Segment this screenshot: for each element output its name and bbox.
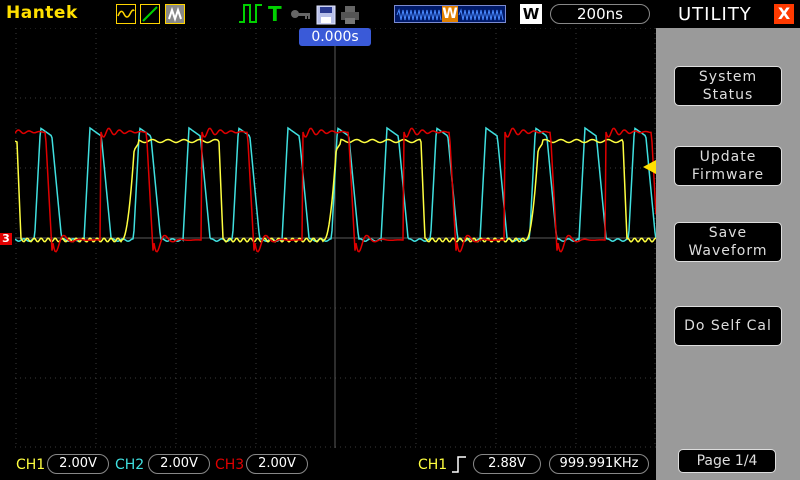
menu-title: UTILITY	[678, 4, 752, 25]
ch3-scale[interactable]: 2.00V	[246, 454, 308, 474]
trigger-level-marker[interactable]	[643, 160, 656, 174]
system-status-button[interactable]: System Status	[674, 66, 782, 106]
acquisition-mode-badge[interactable]: W	[520, 4, 542, 24]
waveform-graticule	[15, 28, 656, 448]
display-mode-persist-icon[interactable]	[165, 4, 185, 24]
ch3-level-marker[interactable]: 3	[0, 233, 12, 245]
usb-save-icon	[316, 5, 336, 29]
trigger-level-readout[interactable]: 2.88V	[473, 454, 541, 474]
menu-title-bar: UTILITY X	[656, 0, 800, 28]
ch1-label[interactable]: CH1	[16, 457, 45, 473]
display-mode-vectors-icon[interactable]	[116, 4, 136, 24]
ch2-scale[interactable]: 2.00V	[148, 454, 210, 474]
trigger-status-icon: T	[268, 2, 282, 26]
page-indicator-button[interactable]: Page 1/4	[678, 449, 776, 473]
ch3-label[interactable]: CH3	[215, 457, 244, 473]
close-menu-button[interactable]: X	[774, 4, 794, 24]
display-mode-xy-icon[interactable]	[140, 4, 160, 24]
trigger-source-label[interactable]: CH1	[418, 457, 447, 473]
printer-icon	[340, 5, 360, 29]
time-position-label[interactable]: 0.000s	[299, 28, 371, 46]
bottom-status-bar: CH1 2.00V CH2 2.00V CH3 2.00V CH1 2.88V …	[0, 448, 656, 480]
ch1-scale[interactable]: 2.00V	[47, 454, 109, 474]
memory-window-marker: W	[442, 6, 458, 22]
save-waveform-button[interactable]: Save Waveform	[674, 222, 782, 262]
ch2-label[interactable]: CH2	[115, 457, 144, 473]
key-lock-icon	[290, 6, 312, 25]
rising-edge-icon[interactable]	[451, 454, 467, 478]
frequency-readout: 999.991KHz	[549, 454, 649, 474]
waveform-display[interactable]: 0.000s	[15, 28, 656, 448]
self-calibration-button[interactable]: Do Self Cal	[674, 306, 782, 346]
run-state-icon[interactable]	[238, 2, 264, 30]
memory-depth-bar[interactable]: W	[394, 5, 506, 23]
utility-menu-panel: UTILITY X System Status Update Firmware …	[656, 0, 800, 480]
brand-logo: Hantek	[6, 3, 78, 23]
update-firmware-button[interactable]: Update Firmware	[674, 146, 782, 186]
top-status-bar: Hantek T W W 200ns	[0, 0, 656, 28]
time-base-readout[interactable]: 200ns	[550, 4, 650, 24]
